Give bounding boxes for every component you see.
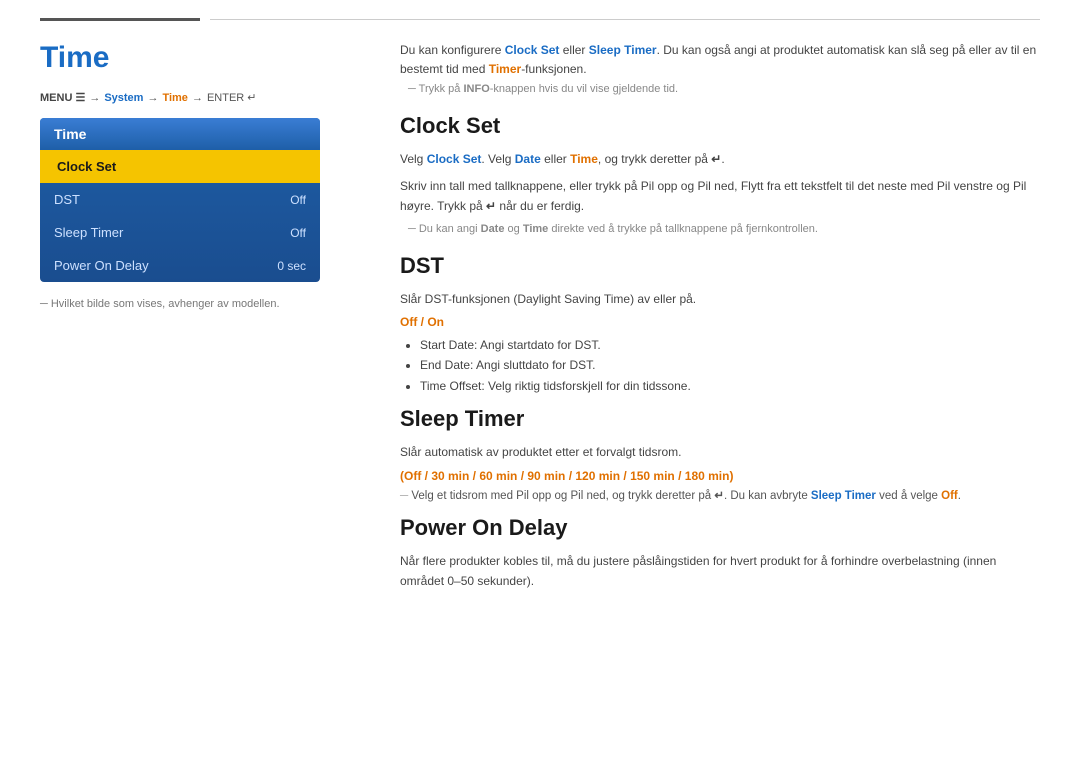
menu-item-label: DST: [54, 192, 80, 207]
dst-bullets: Start Date: Angi startdato for DST. End …: [420, 335, 1040, 396]
clock-set-line2: Skriv inn tall med tallknappene, eller t…: [400, 176, 1040, 217]
section-title-power-on-delay: Power On Delay: [400, 515, 1040, 541]
top-line: [0, 0, 1080, 21]
menu-item-dst[interactable]: DST Off: [40, 183, 320, 216]
sleep-timer-line1: Slår automatisk av produktet etter et fo…: [400, 442, 1040, 462]
top-line-left: [40, 18, 200, 21]
breadcrumb-enter: ENTER ↵: [207, 91, 257, 104]
menu-item-value: Off: [290, 193, 306, 207]
menu-item-value: 0 sec: [277, 259, 306, 273]
breadcrumb: MENU ☰ → System → Time → ENTER ↵: [40, 91, 360, 104]
dst-bullet-1: Start Date: Angi startdato for DST.: [420, 335, 1040, 355]
menu-item-clock-set[interactable]: Clock Set: [40, 150, 320, 183]
section-power-on-delay: Power On Delay Når flere produkter koble…: [400, 515, 1040, 592]
left-panel: Time MENU ☰ → System → Time → ENTER ↵ Ti…: [40, 41, 360, 602]
intro-timer: Timer: [489, 62, 521, 76]
menu-item-label: Power On Delay: [54, 258, 149, 273]
menu-box: Time Clock Set DST Off Sleep Timer Off Power …: [40, 118, 320, 282]
right-panel: Du kan konfigurere Clock Set eller Sleep…: [390, 41, 1040, 602]
dst-line1: Slår DST-funksjonen (Daylight Saving Tim…: [400, 289, 1040, 309]
section-title-dst: DST: [400, 253, 1040, 279]
intro-text: Du kan konfigurere Clock Set eller Sleep…: [400, 41, 1040, 79]
dst-bullet-2: End Date: Angi sluttdato for DST.: [420, 355, 1040, 375]
page-title: Time: [40, 41, 360, 75]
menu-header: Time: [40, 118, 320, 150]
breadcrumb-menu: MENU ☰: [40, 91, 85, 104]
section-clock-set: Clock Set Velg Clock Set. Velg Date elle…: [400, 113, 1040, 234]
section-sleep-timer: Sleep Timer Slår automatisk av produktet…: [400, 406, 1040, 505]
menu-item-label: Clock Set: [57, 159, 116, 174]
menu-item-label: Sleep Timer: [54, 225, 123, 240]
section-dst: DST Slår DST-funksjonen (Daylight Saving…: [400, 253, 1040, 397]
dst-bullet-3: Time Offset: Velg riktig tidsforskjell f…: [420, 376, 1040, 396]
breadcrumb-system: System: [104, 92, 143, 104]
power-on-delay-line1: Når flere produkter kobles til, må du ju…: [400, 551, 1040, 592]
menu-item-power-on-delay[interactable]: Power On Delay 0 sec: [40, 249, 320, 282]
menu-item-sleep-timer[interactable]: Sleep Timer Off: [40, 216, 320, 249]
sleep-timer-options: (Off / 30 min / 60 min / 90 min / 120 mi…: [400, 469, 1040, 483]
dst-options: Off / On: [400, 315, 1040, 329]
section-title-sleep-timer: Sleep Timer: [400, 406, 1040, 432]
clock-set-note: Du kan angi Date og Time direkte ved å t…: [400, 223, 1040, 235]
clock-set-line1: Velg Clock Set. Velg Date eller Time, og…: [400, 149, 1040, 169]
menu-item-value: Off: [290, 226, 306, 240]
top-line-right: [210, 19, 1040, 20]
intro-sleep-timer: Sleep Timer: [589, 43, 657, 57]
intro-note: Trykk på INFO-knappen hvis du vil vise g…: [400, 83, 1040, 95]
intro-clock-set: Clock Set: [505, 43, 560, 57]
breadcrumb-time: Time: [162, 92, 187, 104]
section-title-clock-set: Clock Set: [400, 113, 1040, 139]
sleep-timer-note: Velg et tidsrom med Pil opp og Pil ned, …: [400, 487, 1040, 505]
footnote: Hvilket bilde som vises, avhenger av mod…: [40, 298, 360, 310]
